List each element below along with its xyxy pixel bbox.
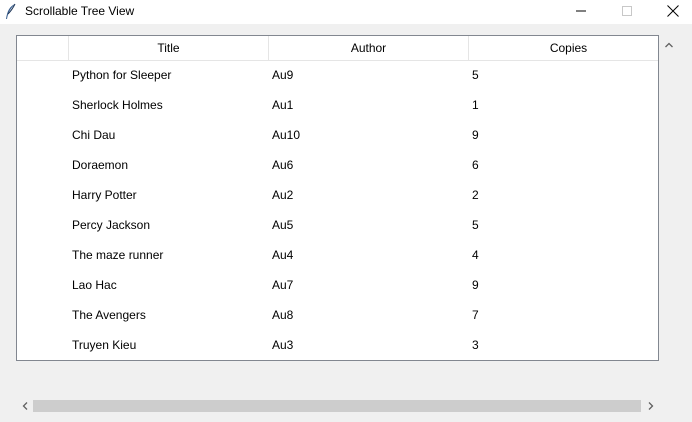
tree-view[interactable]: Title Author Copies Python for Sleeper A… [16, 35, 659, 361]
cell-author: Au4 [272, 248, 294, 262]
table-row[interactable]: Sherlock Holmes Au1 1 [17, 90, 658, 120]
cell-title: Python for Sleeper [72, 68, 172, 82]
cell-copies: 6 [472, 158, 479, 172]
chevron-up-icon [664, 37, 673, 51]
vertical-scrollbar[interactable] [660, 35, 677, 397]
tree-column-header[interactable] [17, 36, 68, 60]
table-row[interactable]: Truyen Kieu Au3 3 [17, 330, 658, 360]
column-header-copies[interactable]: Copies [468, 36, 658, 60]
table-row[interactable]: Doraemon Au6 6 [17, 150, 658, 180]
cell-title: Doraemon [72, 158, 129, 172]
cell-author: Au6 [272, 158, 294, 172]
cell-title: Harry Potter [72, 188, 137, 202]
cell-copies: 5 [472, 218, 479, 232]
close-button[interactable] [650, 0, 692, 24]
cell-title: Truyen Kieu [72, 338, 137, 352]
scroll-right-button[interactable] [642, 397, 659, 414]
cell-copies: 9 [472, 278, 479, 292]
horizontal-scroll-thumb[interactable] [33, 400, 641, 412]
window-title: Scrollable Tree View [25, 4, 135, 18]
cell-author: Au8 [272, 308, 294, 322]
maximize-icon [622, 5, 632, 19]
cell-title: Sherlock Holmes [72, 98, 163, 112]
cell-copies: 4 [472, 248, 479, 262]
table-row[interactable]: Python for Sleeper Au9 5 [17, 60, 658, 90]
cell-copies: 3 [472, 338, 479, 352]
cell-copies: 5 [472, 68, 479, 82]
cell-title: Chi Dau [72, 128, 116, 142]
table-row[interactable]: The maze runner Au4 4 [17, 240, 658, 270]
table-row[interactable]: Lao Hac Au7 9 [17, 270, 658, 300]
table-row[interactable]: The Avengers Au8 7 [17, 300, 658, 330]
cell-title: Percy Jackson [72, 218, 151, 232]
chevron-left-icon [22, 399, 28, 413]
feather-icon [4, 3, 18, 20]
title-bar: Scrollable Tree View [0, 0, 692, 24]
tree-header: Title Author Copies [17, 36, 658, 61]
cell-author: Au10 [272, 128, 301, 142]
close-icon [667, 4, 679, 20]
cell-author: Au9 [272, 68, 294, 82]
minimize-icon [576, 5, 586, 19]
cell-author: Au5 [272, 218, 294, 232]
table-row[interactable]: Percy Jackson Au5 5 [17, 210, 658, 240]
cell-author: Au1 [272, 98, 294, 112]
chevron-right-icon [648, 399, 654, 413]
cell-copies: 1 [472, 98, 479, 112]
column-header-title[interactable]: Title [68, 36, 268, 60]
cell-copies: 7 [472, 308, 479, 322]
cell-title: The maze runner [72, 248, 164, 262]
cell-copies: 9 [472, 128, 479, 142]
cell-author: Au3 [272, 338, 294, 352]
minimize-button[interactable] [558, 0, 604, 24]
cell-author: Au7 [272, 278, 294, 292]
column-header-author[interactable]: Author [268, 36, 468, 60]
table-row[interactable]: Chi Dau Au10 9 [17, 120, 658, 150]
cell-copies: 2 [472, 188, 479, 202]
maximize-button[interactable] [604, 0, 650, 24]
cell-title: Lao Hac [72, 278, 117, 292]
cell-author: Au2 [272, 188, 294, 202]
table-row[interactable]: Harry Potter Au2 2 [17, 180, 658, 210]
scroll-left-button[interactable] [16, 397, 33, 414]
cell-title: The Avengers [72, 308, 146, 322]
scroll-up-button[interactable] [661, 37, 676, 51]
